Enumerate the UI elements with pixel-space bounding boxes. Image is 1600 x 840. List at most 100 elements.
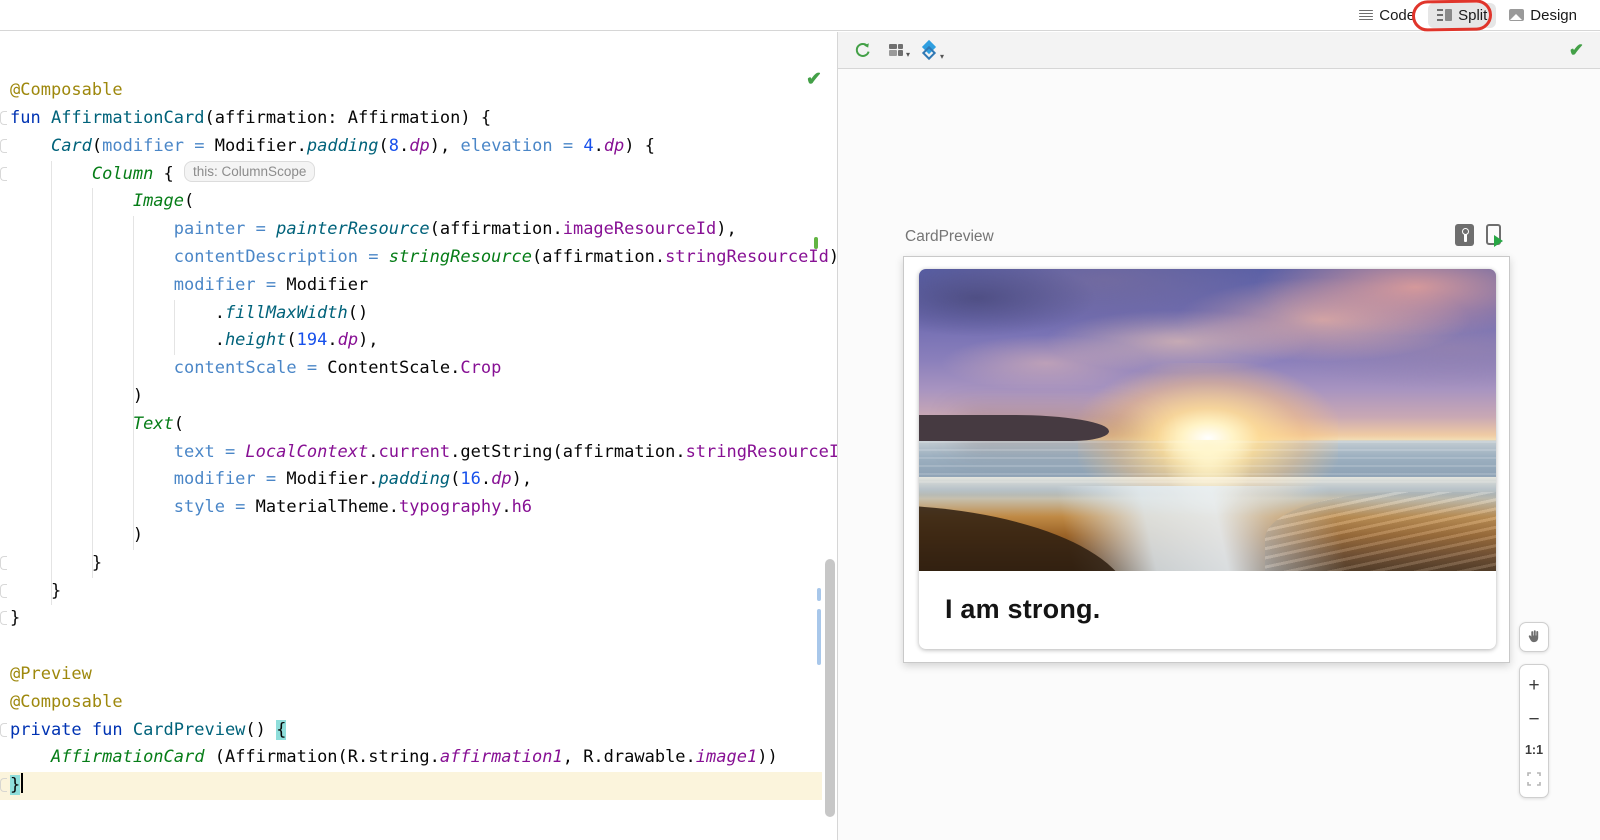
code-token: () bbox=[348, 303, 368, 323]
code-line[interactable]: } bbox=[10, 605, 20, 633]
code-line[interactable]: modifier = Modifier.padding(16.dp), bbox=[10, 466, 532, 494]
code-token: dp bbox=[604, 136, 624, 156]
code-line[interactable]: } bbox=[10, 578, 61, 606]
text-caret bbox=[21, 773, 23, 793]
code-token: } bbox=[10, 581, 61, 601]
code-token: ), bbox=[716, 219, 736, 239]
code-line[interactable]: style = MaterialTheme.typography.h6 bbox=[10, 494, 532, 522]
preview-device-frame[interactable]: I am strong. bbox=[903, 256, 1510, 663]
code-token: 4 bbox=[583, 136, 593, 156]
layout-grid-icon[interactable]: ▾ bbox=[889, 44, 903, 56]
code-token: affirmation1 bbox=[440, 747, 563, 767]
code-token: .getString(affirmation. bbox=[450, 442, 685, 462]
code-editor[interactable]: @Composable fun AffirmationCard(affirmati… bbox=[0, 32, 837, 840]
code-token: Crop bbox=[460, 358, 501, 378]
code-token: stringResourceId bbox=[686, 442, 837, 462]
tab-design[interactable]: Design bbox=[1500, 3, 1586, 28]
preview-card-image bbox=[919, 269, 1496, 571]
fold-marker-icon[interactable] bbox=[0, 111, 7, 125]
code-token: painter = bbox=[174, 219, 276, 239]
design-icon bbox=[1509, 9, 1524, 21]
tab-code[interactable]: Code bbox=[1350, 3, 1424, 28]
code-token: 16 bbox=[460, 469, 480, 489]
fold-marker-icon[interactable] bbox=[0, 139, 7, 153]
code-token: contentScale = bbox=[174, 358, 328, 378]
vcs-change-marker bbox=[814, 237, 818, 249]
scroll-stripe-marker bbox=[817, 588, 821, 601]
code-token bbox=[10, 469, 174, 489]
fold-marker-icon[interactable] bbox=[0, 778, 7, 792]
code-line[interactable]: .height(194.dp), bbox=[10, 327, 379, 355]
code-token: contentDescription = bbox=[174, 247, 389, 267]
code-line[interactable]: Card(modifier = Modifier.padding(8.dp), … bbox=[10, 133, 655, 161]
code-token: fun bbox=[10, 108, 51, 128]
code-line[interactable]: Text( bbox=[10, 411, 184, 439]
code-token bbox=[10, 164, 92, 184]
code-token: modifier = bbox=[174, 469, 287, 489]
code-line[interactable]: private fun CardPreview() { bbox=[10, 717, 286, 745]
matched-brace: } bbox=[10, 775, 20, 795]
fold-marker-icon[interactable] bbox=[0, 167, 7, 181]
pan-tool-button[interactable] bbox=[1519, 622, 1549, 652]
code-token: . bbox=[10, 330, 225, 350]
inlay-hint: this: ColumnScope bbox=[184, 161, 315, 182]
split-icon bbox=[1437, 9, 1452, 21]
zoom-actual-button[interactable]: 1:1 bbox=[1525, 744, 1543, 757]
layers-icon[interactable]: ▾ bbox=[921, 42, 937, 58]
code-token: CardPreview bbox=[133, 720, 246, 740]
code-token: Image bbox=[133, 191, 184, 211]
preview-name-label[interactable]: CardPreview bbox=[905, 228, 994, 246]
editor-scrollbar[interactable] bbox=[825, 559, 835, 817]
zoom-out-button[interactable]: − bbox=[1528, 710, 1539, 729]
code-token: )) bbox=[757, 747, 777, 767]
code-line[interactable]: Column { this: ColumnScope bbox=[10, 161, 315, 189]
code-line[interactable]: ) bbox=[10, 522, 143, 550]
code-line[interactable]: Image( bbox=[10, 188, 194, 216]
fold-marker-icon[interactable] bbox=[0, 723, 7, 737]
code-line[interactable]: AffirmationCard (Affirmation(R.string.af… bbox=[10, 744, 778, 772]
code-token: typography bbox=[399, 497, 501, 517]
interactive-preview-icon[interactable] bbox=[1455, 224, 1474, 246]
code-token: dp bbox=[409, 136, 429, 156]
code-token: , R.drawable. bbox=[563, 747, 696, 767]
affirmation-text: I am strong. bbox=[945, 594, 1100, 625]
code-token: . bbox=[501, 497, 511, 517]
code-line[interactable]: painter = painterResource(affirmation.im… bbox=[10, 216, 737, 244]
zoom-fit-icon[interactable] bbox=[1527, 772, 1541, 786]
code-area[interactable]: @Composable fun AffirmationCard(affirmati… bbox=[0, 32, 837, 840]
inspection-ok-icon[interactable]: ✔ bbox=[806, 68, 822, 91]
code-line[interactable]: modifier = Modifier bbox=[10, 272, 368, 300]
scroll-stripe-marker bbox=[817, 609, 821, 665]
headland bbox=[919, 415, 1109, 441]
code-token: ( bbox=[450, 469, 460, 489]
code-line[interactable]: fun AffirmationCard(affirmation: Affirma… bbox=[10, 105, 491, 133]
code-line[interactable]: text = LocalContext.current.getString(af… bbox=[10, 439, 837, 467]
tab-design-label: Design bbox=[1530, 7, 1577, 24]
fold-marker-icon[interactable] bbox=[0, 556, 7, 570]
zoom-in-button[interactable]: + bbox=[1528, 676, 1539, 695]
code-line[interactable]: @Composable bbox=[10, 77, 123, 105]
code-token: text = bbox=[174, 442, 246, 462]
code-line[interactable]: ) bbox=[10, 383, 143, 411]
code-token: MaterialTheme. bbox=[256, 497, 399, 517]
code-line[interactable]: } bbox=[10, 550, 102, 578]
code-token: @Composable bbox=[10, 692, 123, 712]
code-token: (affirmation. bbox=[430, 219, 563, 239]
refresh-icon[interactable] bbox=[854, 42, 871, 59]
code-token: . bbox=[10, 303, 225, 323]
fold-marker-icon[interactable] bbox=[0, 611, 7, 625]
code-line[interactable]: } bbox=[10, 772, 23, 800]
code-line[interactable]: .fillMaxWidth() bbox=[10, 300, 368, 328]
matched-brace: { bbox=[276, 720, 286, 740]
code-token: stringResource bbox=[389, 247, 532, 267]
tab-split[interactable]: Split bbox=[1428, 3, 1496, 28]
compose-preview-pane: ▾ ▾ ✔ CardPreview I am strong. bbox=[838, 32, 1600, 840]
code-token: @Composable bbox=[10, 80, 123, 100]
code-token bbox=[10, 497, 174, 517]
code-line[interactable]: @Composable bbox=[10, 689, 123, 717]
code-line[interactable]: @Preview bbox=[10, 661, 92, 689]
code-line[interactable]: contentDescription = stringResource(affi… bbox=[10, 244, 837, 272]
fold-marker-icon[interactable] bbox=[0, 584, 7, 598]
code-line[interactable]: contentScale = ContentScale.Crop bbox=[10, 355, 501, 383]
run-on-device-icon[interactable] bbox=[1486, 224, 1501, 245]
